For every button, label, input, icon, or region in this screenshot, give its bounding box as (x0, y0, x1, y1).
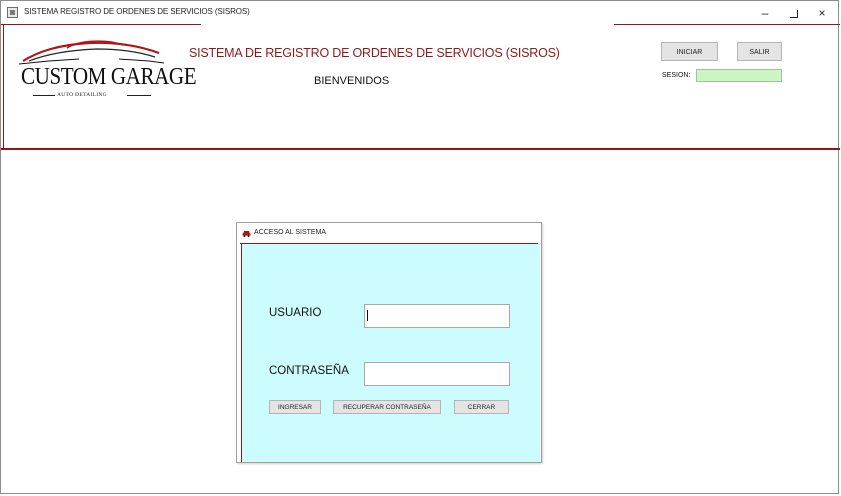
custom-garage-logo: CUSTOM GARAGE AUTO DETAILING (18, 37, 197, 103)
logo-sub-line-right (127, 95, 151, 96)
logo-sub-line-left (33, 95, 55, 96)
welcome-text: BIENVENIDOS (314, 75, 390, 87)
app-title-heading: SISTEMA DE REGISTRO DE ORDENES DE SERVIC… (189, 46, 560, 60)
iniciar-button[interactable]: INICIAR (661, 42, 718, 61)
recuperar-contrasena-button[interactable]: RECUPERAR CONTRASEÑA (333, 400, 441, 414)
dialog-left-line (241, 244, 242, 462)
header-top-line-right (614, 24, 840, 25)
maximize-button[interactable] (781, 4, 807, 22)
close-button[interactable]: × (809, 4, 835, 22)
dialog-title: ACCESO AL SISTEMA (254, 229, 327, 236)
session-field (696, 69, 782, 82)
logo-wordmark: CUSTOM GARAGE (21, 64, 197, 90)
text-cursor (367, 310, 368, 321)
contrasena-input[interactable] (364, 362, 510, 386)
header-left-border (3, 24, 4, 149)
header-top-line-left (1, 24, 201, 25)
app-icon (7, 7, 18, 18)
salir-button[interactable]: SALIR (737, 42, 782, 61)
cerrar-button[interactable]: CERRAR (454, 400, 509, 414)
main-window: SISTEMA REGISTRO DE ORDENES DE SERVICIOS… (0, 0, 840, 494)
minimize-button[interactable]: – (752, 4, 778, 22)
car-silhouette-icon (18, 40, 165, 65)
header-divider (1, 148, 840, 150)
window-title: SISTEMA REGISTRO DE ORDENES DE SERVICIOS… (24, 7, 250, 16)
login-dialog: ACCESO AL SISTEMA USUARIO CONTRASEÑA ING… (236, 222, 542, 463)
contrasena-label: CONTRASEÑA (269, 365, 349, 377)
ingresar-button[interactable]: INGRESAR (269, 400, 321, 414)
logo-tagline: AUTO DETAILING (57, 92, 107, 98)
title-bar[interactable]: SISTEMA REGISTRO DE ORDENES DE SERVICIOS… (1, 1, 838, 25)
maximize-icon (790, 10, 798, 18)
usuario-input[interactable] (364, 304, 510, 328)
dialog-car-icon (242, 231, 251, 237)
dialog-body: USUARIO CONTRASEÑA INGRESAR RECUPERAR CO… (242, 244, 540, 462)
session-label: SESION: (662, 72, 691, 79)
usuario-label: USUARIO (269, 307, 322, 319)
